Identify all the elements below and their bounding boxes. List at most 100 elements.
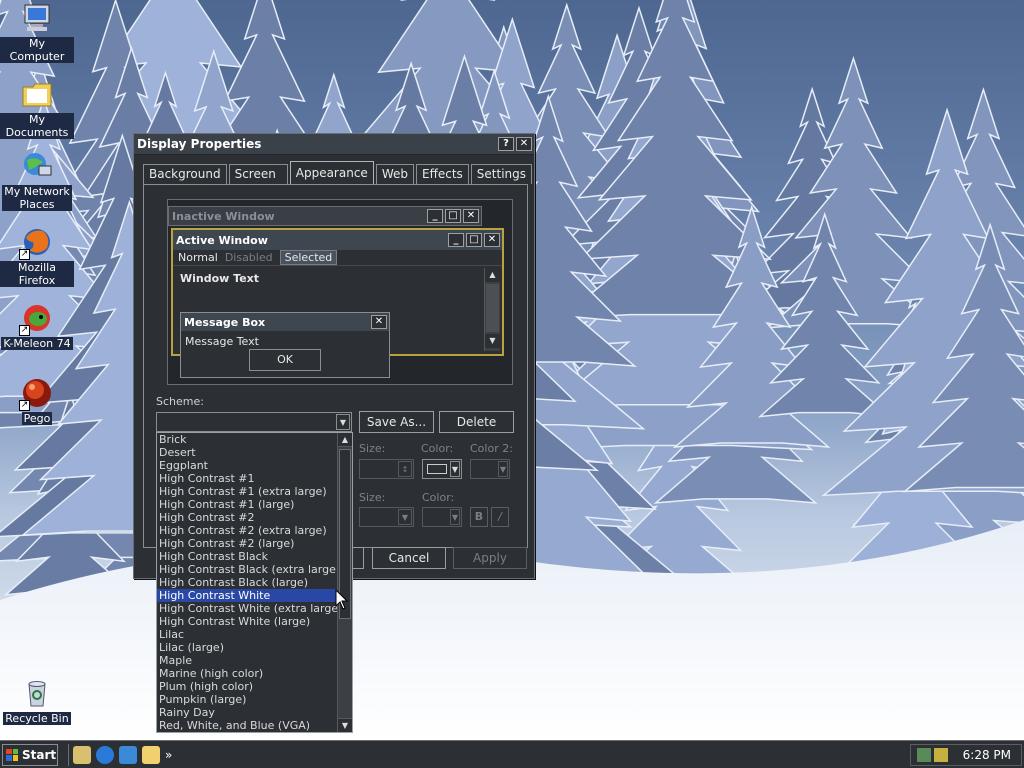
scheme-list-item[interactable]: High Contrast Black (157, 550, 337, 563)
scroll-up-icon[interactable]: ▲ (338, 433, 352, 447)
security-tray-icon[interactable] (934, 748, 948, 762)
italic-button[interactable]: / (491, 507, 509, 527)
tab-background[interactable]: Background (143, 164, 227, 184)
preview-msgbox-title: Message Box (184, 315, 266, 329)
bold-button[interactable]: B (470, 507, 488, 527)
show-desktop-icon[interactable] (73, 745, 91, 764)
explorer-icon[interactable] (142, 745, 160, 764)
preview-menu-selected: Selected (279, 250, 338, 265)
scheme-combo[interactable]: ▼ (156, 412, 352, 432)
internet-explorer-icon[interactable] (96, 745, 114, 764)
scroll-thumb (486, 284, 499, 332)
scheme-list-item[interactable]: High Contrast #1 (large) (157, 498, 337, 511)
scheme-list-item[interactable]: Red, White, and Blue (VGA) (157, 719, 337, 732)
desktop-icon-mozilla-firefox[interactable]: ↗ Mozilla Firefox (0, 226, 74, 287)
chevron-down-icon[interactable]: ▼ (336, 414, 350, 430)
font-size-combo[interactable]: ▼ (359, 507, 414, 527)
minimize-icon: _ (427, 209, 443, 223)
taskbar: Start » 6:28 PM (0, 740, 1024, 768)
scheme-list-item[interactable]: High Contrast Black (large) (157, 576, 337, 589)
desktop-icon-my-network-places[interactable]: My Network Places (0, 150, 74, 211)
font-size-label: Size: (359, 491, 386, 504)
desktop-icon-label: Mozilla Firefox (0, 261, 74, 287)
scheme-list-item[interactable]: Lilac (large) (157, 641, 337, 654)
item-color-label: Color: (421, 442, 454, 455)
scheme-list-item[interactable]: Rainy Day (157, 706, 337, 719)
network-tray-icon[interactable] (917, 748, 931, 762)
save-as-button[interactable]: Save As... (359, 411, 434, 433)
tab-effects[interactable]: Effects (415, 164, 469, 184)
close-button[interactable]: ✕ (516, 137, 532, 151)
desktop-icon-pego[interactable]: ↗ Pego (0, 377, 74, 425)
desktop-icon-k-meleon[interactable]: ↗ K-Meleon 74 (0, 302, 74, 350)
item-size-label: Size: (359, 442, 386, 455)
maximize-icon: □ (445, 209, 461, 223)
scheme-list-item[interactable]: Desert (157, 446, 337, 459)
apply-button[interactable]: Apply (453, 547, 527, 569)
scheme-dropdown-list[interactable]: Brick Desert Eggplant High Contrast #1 High … (156, 432, 353, 733)
font-color-picker[interactable]: ▼ (422, 507, 462, 527)
scheme-list-items: Brick Desert Eggplant High Contrast #1 High … (157, 433, 352, 732)
item-color2-picker[interactable]: ▼ (470, 459, 510, 479)
scheme-list-item[interactable]: Brick (157, 433, 337, 446)
tab-web[interactable]: Web (375, 164, 414, 184)
windows-logo-icon (6, 748, 18, 761)
tab-screen-saver[interactable]: Screen Saver (228, 164, 288, 200)
scheme-list-item[interactable]: Lilac (157, 628, 337, 641)
window-titlebar[interactable]: Display Properties ? ✕ (134, 134, 534, 155)
chevron-down-icon[interactable]: ▼ (450, 461, 460, 477)
outlook-express-icon[interactable] (119, 745, 137, 764)
tab-settings[interactable]: Settings (470, 164, 532, 184)
scheme-list-item[interactable]: High Contrast White (large) (157, 615, 337, 628)
scheme-list-item[interactable]: Marine (high color) (157, 667, 337, 680)
kmeleon-icon: ↗ (19, 302, 53, 336)
scheme-list-item[interactable]: High Contrast White (157, 589, 337, 602)
desktop-icon-my-documents[interactable]: My Documents (0, 78, 74, 139)
scheme-list-item[interactable]: Plum (high color) (157, 680, 337, 693)
minimize-icon: _ (448, 233, 464, 247)
item-size-spinner[interactable]: ↕ (359, 459, 414, 479)
scheme-list-item[interactable]: High Contrast White (extra large) (157, 602, 342, 615)
chevron-down-icon[interactable]: ▼ (398, 509, 412, 525)
computer-icon (21, 2, 53, 34)
quick-launch-chevron[interactable]: » (165, 748, 172, 762)
dropdown-scrollbar[interactable]: ▲ ▼ (337, 433, 352, 732)
window-title: Display Properties (137, 137, 262, 151)
folder-icon (21, 78, 53, 110)
item-color2-label: Color 2: (470, 442, 513, 455)
delete-button[interactable]: Delete (439, 411, 514, 433)
clock[interactable]: 6:28 PM (963, 748, 1011, 762)
maximize-icon: □ (466, 233, 482, 247)
chevron-down-icon[interactable]: ▼ (498, 461, 508, 477)
tab-appearance[interactable]: Appearance (289, 161, 374, 184)
close-icon: ✕ (463, 209, 479, 223)
scheme-list-item[interactable]: High Contrast #2 (large) (157, 537, 337, 550)
scroll-down-icon[interactable]: ▼ (338, 718, 352, 732)
start-button[interactable]: Start (2, 743, 58, 766)
preview-menu-bar: Normal Disabled Selected (173, 250, 502, 266)
preview-inactive-title: Inactive Window (172, 209, 275, 223)
desktop-icon-my-computer[interactable]: My Computer (0, 2, 74, 63)
scheme-list-item[interactable]: High Contrast #1 (157, 472, 337, 485)
item-color-picker[interactable]: ▼ (422, 459, 462, 479)
desktop-icon-label: K-Meleon 74 (1, 337, 73, 350)
spinner-icon[interactable]: ↕ (398, 461, 412, 477)
scheme-label: Scheme: (156, 395, 204, 408)
font-color-label: Color: (422, 491, 455, 504)
desktop-icon-recycle-bin[interactable]: Recycle Bin (0, 677, 74, 725)
scheme-list-item[interactable]: Pumpkin (large) (157, 693, 337, 706)
preview-msgbox-titlebar: Message Box ✕ (181, 313, 389, 331)
scheme-list-item[interactable]: High Contrast #2 (extra large) (157, 524, 337, 537)
scheme-list-item[interactable]: High Contrast #1 (extra large) (157, 485, 337, 498)
scheme-list-item[interactable]: Maple (157, 654, 337, 667)
desktop-icon-label: My Computer (0, 37, 74, 63)
preview-active-titlebar: Active Window _ □ ✕ (173, 230, 502, 250)
help-button[interactable]: ? (498, 137, 514, 151)
chevron-down-icon[interactable]: ▼ (450, 509, 460, 525)
cancel-button[interactable]: Cancel (372, 547, 446, 569)
scheme-list-item[interactable]: High Contrast #2 (157, 511, 337, 524)
quick-launch: » (68, 743, 172, 766)
preview-message-box: Message Box ✕ Message Text OK (180, 312, 390, 378)
scheme-list-item[interactable]: Eggplant (157, 459, 337, 472)
scheme-list-item[interactable]: High Contrast Black (extra large) (157, 563, 340, 576)
